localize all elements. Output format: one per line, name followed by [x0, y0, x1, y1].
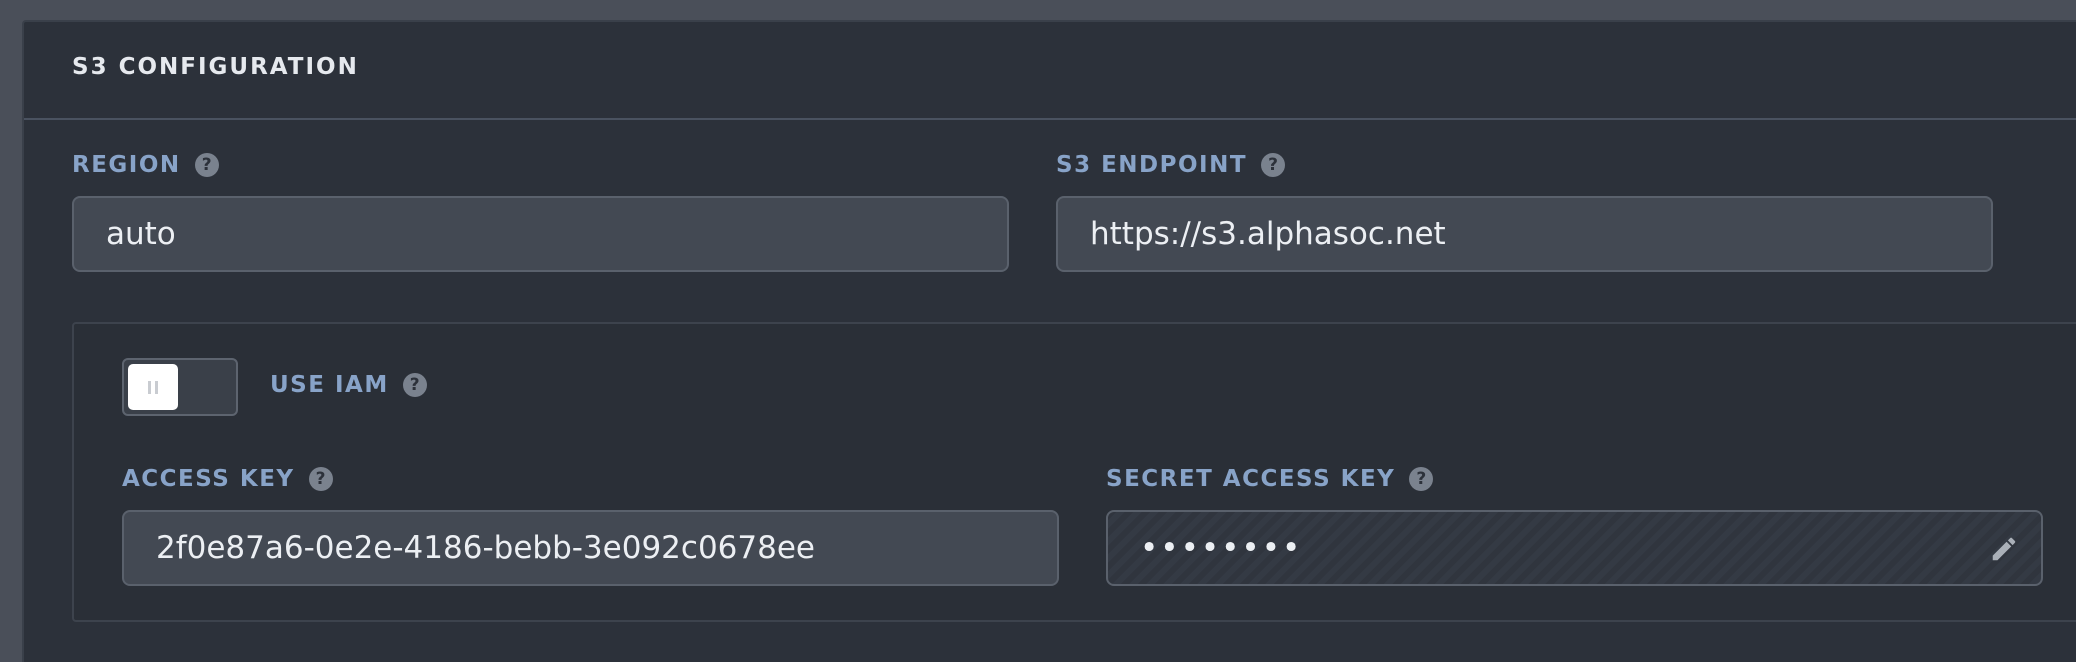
panel-header: S3 CONFIGURATION	[24, 22, 2076, 120]
access-key-help-icon[interactable]: ?	[308, 467, 333, 491]
s3-endpoint-label: S3 ENDPOINT ?	[1056, 152, 1286, 178]
access-key-label: ACCESS KEY ?	[122, 466, 333, 492]
s3-endpoint-help-icon[interactable]: ?	[1261, 153, 1286, 177]
secret-access-key-input[interactable]: ••••••••	[1106, 510, 2043, 586]
region-help-icon[interactable]: ?	[194, 153, 219, 177]
region-input[interactable]: auto	[72, 196, 1009, 272]
secret-access-key-label: SECRET ACCESS KEY ?	[1106, 466, 1434, 492]
use-iam-label-text: USE IAM	[270, 372, 389, 398]
credentials-box: USE IAM ? ACCESS KEY ? 2f0e87a6-0e2e-418…	[72, 322, 2076, 622]
use-iam-help-icon[interactable]: ?	[402, 373, 427, 397]
access-key-label-text: ACCESS KEY	[122, 466, 295, 492]
panel-title: S3 CONFIGURATION	[72, 54, 359, 80]
secret-access-key-label-text: SECRET ACCESS KEY	[1106, 466, 1396, 492]
region-label-text: REGION	[72, 152, 181, 178]
use-iam-toggle[interactable]	[122, 358, 238, 416]
pencil-icon[interactable]	[1989, 534, 2019, 564]
s3-configuration-panel: S3 CONFIGURATION REGION ? auto S3 ENDPOI…	[22, 20, 2076, 662]
region-label: REGION ?	[72, 152, 219, 178]
secret-access-key-help-icon[interactable]: ?	[1409, 467, 1434, 491]
s3-endpoint-input[interactable]: https://s3.alphasoc.net	[1056, 196, 1993, 272]
secret-access-key-masked: ••••••••	[1140, 530, 1303, 566]
s3-endpoint-label-text: S3 ENDPOINT	[1056, 152, 1248, 178]
access-key-input[interactable]: 2f0e87a6-0e2e-4186-bebb-3e092c0678ee	[122, 510, 1059, 586]
use-iam-label: USE IAM ?	[270, 372, 427, 398]
toggle-knob	[128, 364, 178, 410]
